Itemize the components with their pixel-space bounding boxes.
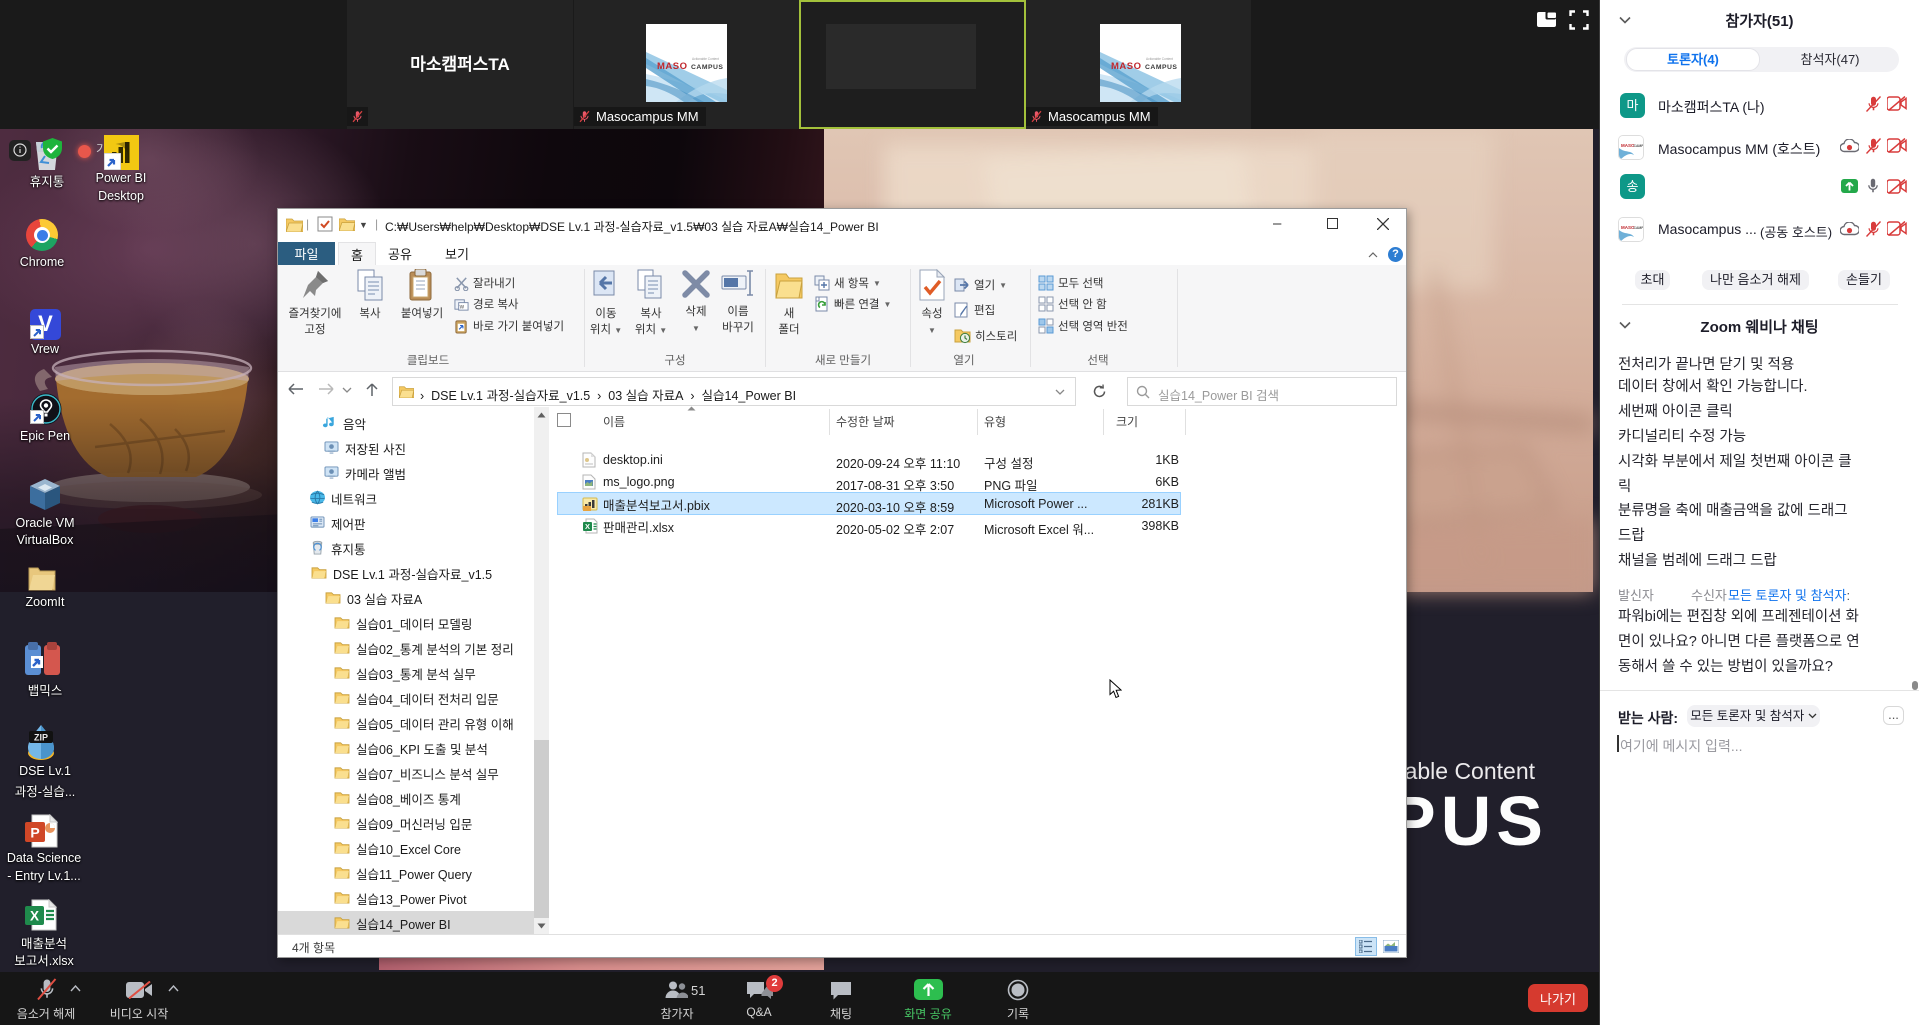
svg-text:Actionable Content: Actionable Content bbox=[1146, 57, 1173, 61]
svg-text:MASO: MASO bbox=[657, 61, 688, 72]
svg-text:X: X bbox=[585, 522, 590, 531]
svg-text:MASO: MASO bbox=[1111, 61, 1142, 72]
svg-text:CAMPUS: CAMPUS bbox=[1634, 144, 1645, 148]
svg-text:Actionable Content: Actionable Content bbox=[692, 57, 719, 61]
svg-text:P: P bbox=[30, 825, 39, 841]
svg-text:X: X bbox=[30, 909, 39, 924]
svg-text:ZIP: ZIP bbox=[34, 733, 48, 743]
svg-text:w: w bbox=[459, 303, 465, 310]
svg-text:CAMPUS: CAMPUS bbox=[1634, 226, 1645, 230]
svg-text:CAMPUS: CAMPUS bbox=[1145, 64, 1177, 71]
svg-text:CAMPUS: CAMPUS bbox=[691, 64, 723, 71]
